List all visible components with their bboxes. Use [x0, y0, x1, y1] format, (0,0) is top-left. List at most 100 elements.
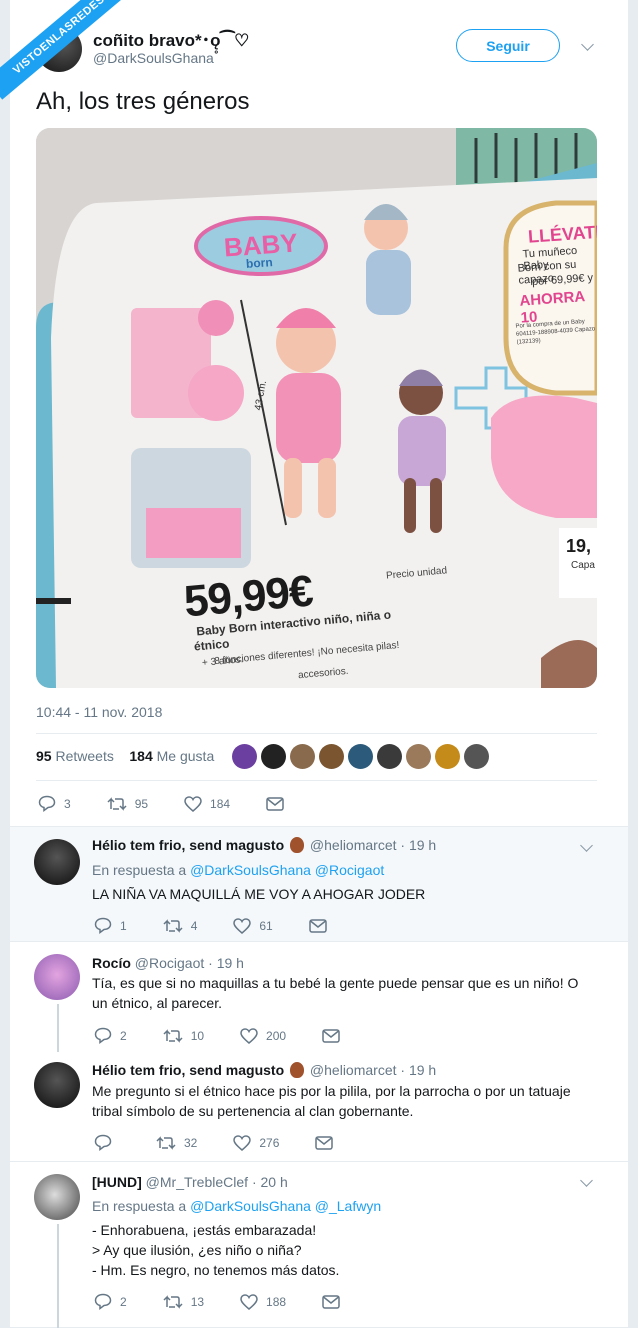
retweet-icon — [163, 1028, 183, 1043]
retweet-action[interactable]: 4 — [163, 918, 197, 934]
reply-icon — [94, 1027, 112, 1044]
reply-count: 1 — [120, 918, 127, 933]
retweet-count: 10 — [190, 1028, 205, 1043]
like-action[interactable]: 276 — [233, 1134, 279, 1151]
in-reply-label: En respuesta a — [92, 1198, 187, 1214]
reply-author-line: Hélio tem frio, send magusto @heliomarce… — [92, 837, 436, 853]
chevron-down-icon[interactable] — [580, 1174, 593, 1187]
avatar[interactable] — [290, 744, 315, 769]
reply-text-line: > Ay que ilusión, ¿es niño o niña? — [92, 1242, 302, 1258]
like-action[interactable]: 200 — [240, 1027, 286, 1044]
avatar[interactable] — [34, 1062, 80, 1108]
reply-text-line: - Enhorabuena, ¡estás embarazada! — [92, 1222, 317, 1238]
message-action[interactable] — [266, 796, 292, 811]
message-action[interactable] — [322, 1028, 348, 1043]
like-action[interactable]: 184 — [184, 795, 230, 812]
retweets-label[interactable]: Retweets — [55, 748, 113, 764]
retweet-action[interactable]: 32 — [156, 1135, 197, 1151]
reply-action[interactable]: 2 — [94, 1293, 127, 1310]
envelope-icon — [322, 1028, 340, 1043]
retweet-count: 32 — [184, 1135, 198, 1150]
doll-top-right — [364, 204, 411, 315]
in-reply-handles[interactable]: @DarkSoulsGhana @_Lafwyn — [190, 1198, 381, 1214]
avatar[interactable] — [34, 839, 80, 885]
reply-actions: 1 4 61 — [94, 917, 371, 934]
chevron-down-icon[interactable] — [581, 38, 594, 51]
tweet-card: VISTOENLASREDES coñito bravo*･ǫ̥⁀♡ @Dark… — [0, 0, 628, 1328]
envelope-icon — [308, 918, 327, 933]
reply-tweet[interactable]: [HUND] @Mr_TrebleClef · 20 h En respuest… — [10, 1161, 628, 1328]
in-reply-to: En respuesta a @DarkSoulsGhana @Rocigaot — [92, 862, 384, 878]
reply-time[interactable]: · 19 h — [400, 837, 436, 853]
reply-time[interactable]: · 19 h — [400, 1062, 436, 1078]
reply-author-name[interactable]: [HUND] — [92, 1174, 142, 1190]
reply-author-handle[interactable]: @heliomarcet — [310, 1062, 397, 1078]
avatar[interactable] — [348, 744, 373, 769]
retweet-action[interactable]: 10 — [163, 1028, 204, 1044]
thread-line — [57, 1004, 59, 1052]
reply-action[interactable]: 1 — [94, 917, 127, 934]
reply-action[interactable]: 3 — [38, 795, 71, 812]
avatar[interactable] — [34, 1174, 80, 1220]
reply-author-line: Rocío @Rocigaot · 19 h — [92, 955, 244, 971]
reply-tweet[interactable]: Hélio tem frio, send magusto @heliomarce… — [10, 1052, 628, 1160]
reply-text-line: - Hm. Es negro, no tenemos más datos. — [92, 1262, 340, 1278]
retweet-action[interactable]: 95 — [107, 796, 148, 812]
likes-label[interactable]: Me gusta — [157, 748, 215, 764]
like-action[interactable]: 61 — [233, 917, 273, 934]
avatar[interactable] — [232, 744, 257, 769]
reply-author-handle[interactable]: @Rocigaot — [135, 955, 204, 971]
reply-action[interactable]: 2 — [94, 1027, 127, 1044]
reply-author-name[interactable]: Rocío — [92, 955, 131, 971]
reply-author-name[interactable]: Hélio tem frio, send magusto — [92, 837, 284, 853]
heart-icon — [240, 1027, 258, 1044]
avatar[interactable] — [435, 744, 460, 769]
message-action[interactable] — [308, 918, 335, 933]
reply-author-handle[interactable]: @Mr_TrebleClef — [146, 1174, 248, 1190]
brand-logo-subtext: born — [245, 255, 274, 271]
reply-tweet[interactable]: Hélio tem frio, send magusto @heliomarce… — [10, 826, 628, 941]
author-name[interactable]: coñito bravo*･ǫ̥⁀♡ — [93, 26, 249, 51]
reply-text: LA NIÑA VA MAQUILLÁ ME VOY A AHOGAR JODE… — [92, 886, 426, 902]
avatar[interactable] — [319, 744, 344, 769]
retweet-icon — [163, 1294, 183, 1309]
like-count[interactable]: 184 — [129, 748, 152, 764]
reply-text: Tía, es que si no maquillas a tu bebé la… — [92, 975, 579, 1011]
retweet-action[interactable]: 13 — [163, 1294, 204, 1310]
avatar[interactable] — [377, 744, 402, 769]
author-handle[interactable]: @DarkSoulsGhana — [93, 50, 214, 66]
message-action[interactable] — [322, 1294, 348, 1309]
reply-icon — [38, 795, 56, 812]
reply-text: Me pregunto si el étnico hace pis por la… — [92, 1083, 571, 1119]
reply-time[interactable]: · 20 h — [252, 1174, 288, 1190]
reply-action[interactable] — [94, 1134, 120, 1151]
retweet-icon — [107, 796, 127, 811]
reply-author-handle[interactable]: @heliomarcet — [310, 837, 397, 853]
heart-icon — [184, 795, 202, 812]
like-count: 188 — [266, 1294, 287, 1309]
chevron-down-icon[interactable] — [580, 839, 593, 852]
avatar[interactable] — [406, 744, 431, 769]
in-reply-label: En respuesta a — [92, 862, 187, 878]
reply-author-name[interactable]: Hélio tem frio, send magusto — [92, 1062, 284, 1078]
heart-icon — [233, 917, 252, 934]
side-price: 19, — [566, 536, 592, 556]
in-reply-handles[interactable]: @DarkSoulsGhana @Rocigaot — [190, 862, 384, 878]
acorn-emoji-icon — [290, 837, 305, 853]
tweet-timestamp[interactable]: 10:44 - 11 nov. 2018 — [36, 704, 162, 720]
tweet-photo[interactable]: BABY born LLÉVATE Tu muñeco Baby Born co… — [36, 128, 597, 688]
retweet-count: 13 — [190, 1294, 205, 1309]
reply-count: 2 — [120, 1028, 127, 1043]
like-action[interactable]: 188 — [240, 1293, 287, 1310]
retweet-count[interactable]: 95 — [36, 748, 52, 764]
avatar[interactable] — [34, 954, 80, 1000]
heart-icon — [240, 1293, 258, 1310]
avatar[interactable] — [464, 744, 489, 769]
message-action[interactable] — [315, 1135, 341, 1150]
avatar[interactable] — [261, 744, 286, 769]
follow-button[interactable]: Seguir — [456, 29, 560, 62]
envelope-icon — [322, 1294, 340, 1309]
reply-time[interactable]: · 19 h — [208, 955, 244, 971]
tweet-actions: 3 95 184 — [38, 795, 328, 812]
reply-tweet[interactable]: Rocío @Rocigaot · 19 h Tía, es que si no… — [10, 941, 628, 1052]
